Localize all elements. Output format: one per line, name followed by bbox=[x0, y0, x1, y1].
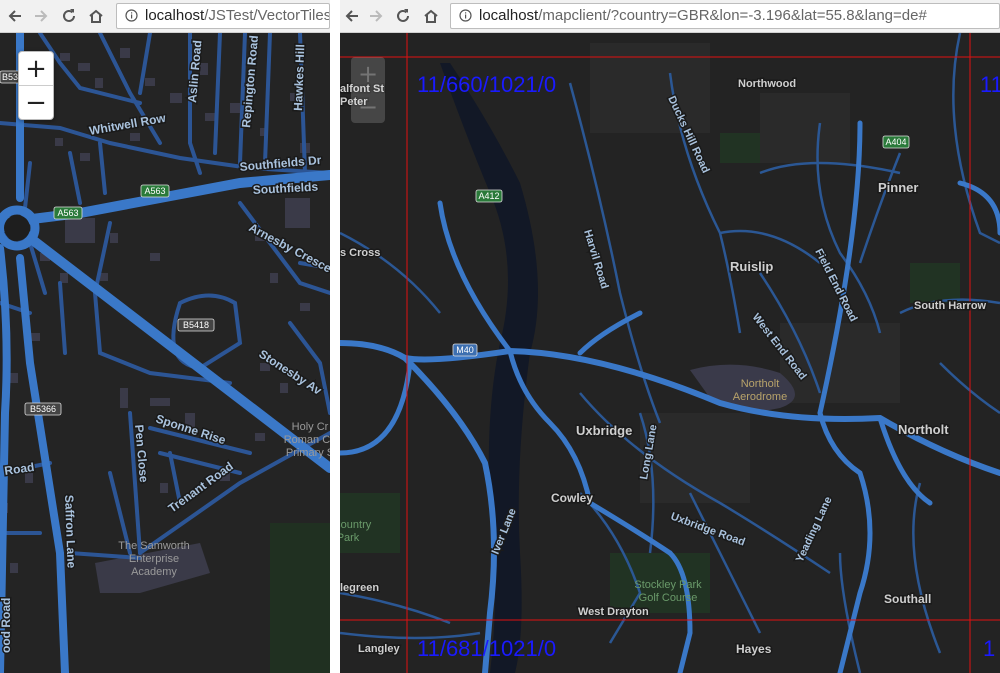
back-button[interactable] bbox=[3, 4, 27, 28]
vector-map-right[interactable]: A412 A404 M40 11/660/1021/0 11/681/1021/… bbox=[340, 33, 1000, 673]
zoom-in-button[interactable]: + bbox=[351, 57, 385, 90]
poi-label: Stockley Park bbox=[634, 579, 702, 591]
place-label: Northolt bbox=[898, 422, 949, 437]
browser-window-right: localhost/mapclient/?country=GBR&lon=-3.… bbox=[340, 0, 1000, 673]
shield-label: A563 bbox=[144, 186, 165, 196]
place-label: Ruislip bbox=[730, 259, 773, 274]
shield-label: A404 bbox=[885, 137, 906, 147]
poi-label: Golf Course bbox=[639, 592, 698, 604]
road-shield-b5366: B5366 bbox=[24, 402, 62, 416]
park-area bbox=[270, 523, 330, 673]
zoom-in-button[interactable]: + bbox=[19, 52, 53, 86]
home-icon bbox=[89, 9, 103, 23]
vector-map-left[interactable]: A563 A563 B5418 B5366 B53 Aslin Road Rep… bbox=[0, 33, 330, 673]
place-label: Langley bbox=[358, 643, 400, 655]
zoom-control: + − bbox=[351, 57, 385, 123]
back-arrow-icon bbox=[8, 10, 21, 22]
road-shield-a404: A404 bbox=[882, 135, 910, 149]
url-path: /JSTest/VectorTiles/ bbox=[204, 7, 330, 24]
address-bar[interactable]: localhost/mapclient/?country=GBR&lon=-3.… bbox=[450, 3, 1000, 29]
road-shield-a563-2: A563 bbox=[53, 206, 83, 220]
poi-label: Park bbox=[340, 532, 360, 544]
forward-arrow-icon bbox=[35, 10, 48, 22]
poi-label: Roman Ca bbox=[284, 434, 330, 446]
reload-icon bbox=[397, 9, 409, 22]
back-button[interactable] bbox=[340, 4, 364, 28]
map-canvas: A563 A563 B5418 B5366 B53 Aslin Road Rep… bbox=[0, 33, 330, 673]
zoom-out-button[interactable]: − bbox=[351, 90, 385, 123]
place-label: South Harrow bbox=[914, 300, 987, 312]
reload-button[interactable] bbox=[391, 4, 415, 28]
tile-label: 1 bbox=[983, 636, 995, 661]
road-shield-b5418: B5418 bbox=[177, 318, 215, 332]
place-label: Uxbridge bbox=[576, 423, 632, 438]
window-divider bbox=[330, 0, 340, 673]
address-bar[interactable]: localhost/JSTest/VectorTiles/ bbox=[116, 3, 330, 29]
street-label: ood Road bbox=[0, 598, 13, 653]
shield-label: A563 bbox=[57, 208, 78, 218]
shield-label: B53 bbox=[2, 72, 18, 82]
browser-toolbar: localhost/mapclient/?country=GBR&lon=-3.… bbox=[340, 0, 1000, 33]
place-label: Southall bbox=[884, 592, 931, 606]
poi-label: The Samworth bbox=[118, 540, 190, 552]
tile-label: 11 bbox=[980, 72, 1000, 97]
reload-button[interactable] bbox=[57, 4, 81, 28]
zoom-out-button[interactable]: − bbox=[19, 86, 53, 119]
street-label: Saffron Lane bbox=[62, 495, 79, 569]
place-label: West Drayton bbox=[578, 606, 649, 618]
place-label: Cowley bbox=[551, 491, 593, 505]
shield-label: B5418 bbox=[183, 320, 209, 330]
poi-label: Holy Cr bbox=[292, 421, 329, 433]
forward-button[interactable] bbox=[364, 4, 388, 28]
place-label: Pinner bbox=[878, 180, 918, 195]
place-label: Hayes bbox=[736, 642, 772, 656]
tile-label: 11/660/1021/0 bbox=[417, 72, 556, 97]
place-label: legreen bbox=[340, 582, 379, 594]
url-path: /mapclient/?country=GBR&lon=-3.196&lat=5… bbox=[538, 7, 927, 24]
poi-label: Aerodrome bbox=[733, 391, 787, 403]
info-icon bbox=[125, 9, 138, 22]
browser-window-left: localhost/JSTest/VectorTiles/ A563 A563 … bbox=[0, 0, 330, 673]
map-canvas: A412 A404 M40 11/660/1021/0 11/681/1021/… bbox=[340, 33, 1000, 673]
url-host: localhost bbox=[479, 7, 539, 24]
road-shield-a563-1: A563 bbox=[140, 184, 170, 198]
tile-label: 11/681/1021/0 bbox=[417, 636, 556, 661]
road-shield-a412: A412 bbox=[475, 189, 503, 203]
reload-icon bbox=[63, 9, 75, 22]
place-label: s Cross bbox=[340, 247, 380, 259]
road-shield-m40: M40 bbox=[452, 343, 478, 357]
url-host: localhost bbox=[145, 7, 205, 24]
poi-label: Academy bbox=[131, 566, 177, 578]
poi-label: Primary S bbox=[286, 447, 330, 459]
forward-arrow-icon bbox=[370, 10, 383, 22]
home-button[interactable] bbox=[419, 4, 443, 28]
home-button[interactable] bbox=[84, 4, 108, 28]
shield-label: M40 bbox=[456, 345, 474, 355]
forward-button[interactable] bbox=[29, 4, 53, 28]
poi-label: Country bbox=[340, 519, 372, 531]
shield-label: B5366 bbox=[30, 404, 56, 414]
poi-label: Northolt bbox=[741, 378, 780, 390]
browser-toolbar: localhost/JSTest/VectorTiles/ bbox=[0, 0, 330, 33]
street-label: Hawkes Hill bbox=[291, 44, 307, 111]
shield-label: A412 bbox=[478, 191, 499, 201]
back-arrow-icon bbox=[345, 10, 358, 22]
home-icon bbox=[424, 9, 438, 23]
poi-label: Enterprise bbox=[129, 553, 179, 565]
zoom-control: + − bbox=[18, 51, 54, 120]
place-label: Northwood bbox=[738, 78, 796, 90]
info-icon bbox=[459, 9, 472, 22]
